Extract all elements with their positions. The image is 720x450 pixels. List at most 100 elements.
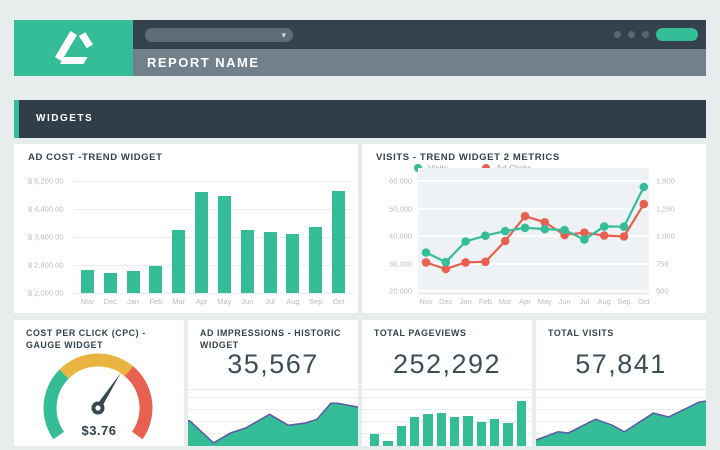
pageviews-bar[interactable] xyxy=(490,419,499,446)
pageviews-bar[interactable] xyxy=(383,441,392,446)
widget-title: TOTAL VISITS xyxy=(548,328,696,340)
visits-line-svg xyxy=(362,144,706,313)
total-pageviews-value: 252,292 xyxy=(362,349,532,380)
ad-clicks-point[interactable] xyxy=(620,232,629,241)
pageviews-bar[interactable] xyxy=(450,417,459,446)
report-titlebar: REPORT NAME xyxy=(133,49,706,76)
ad-cost-y-axis: $ 5,200.00$ 4,400.00$ 3,600.00$ 2,800.00… xyxy=(28,181,72,293)
divider xyxy=(362,389,532,390)
bar-column: Apr xyxy=(190,181,213,293)
ad-clicks-point[interactable] xyxy=(501,237,510,246)
gauge-segment-mid xyxy=(64,360,129,374)
bar-column: Feb xyxy=(144,181,167,293)
pageviews-bar[interactable] xyxy=(477,422,486,446)
widget-card-ad-cost[interactable]: AD COST -TREND WIDGET $ 5,200.00 $ 4,400.… xyxy=(14,144,358,313)
pageviews-bar[interactable] xyxy=(503,423,512,446)
pageviews-bar[interactable] xyxy=(437,413,446,446)
cpc-value: $3.76 xyxy=(14,423,184,438)
topbar-controls xyxy=(614,20,698,49)
bar-column: Jan xyxy=(122,181,145,293)
widget-card-ad-impressions[interactable]: AD IMPRESSIONS - HISTORIC WIDGET 35,567 xyxy=(188,320,358,446)
visits-point[interactable] xyxy=(640,183,649,192)
menu-dot-icon[interactable] xyxy=(628,31,635,38)
ad-cost-bar[interactable] xyxy=(264,232,277,293)
bar-column: Nov xyxy=(76,181,99,293)
visits-point[interactable] xyxy=(620,222,629,231)
bar-column: Aug xyxy=(281,181,304,293)
visits-point[interactable] xyxy=(521,224,530,233)
browser-topbar: ▾ xyxy=(133,20,706,49)
widget-card-total-pageviews[interactable]: TOTAL PAGEVIEWS 252,292 xyxy=(362,320,532,446)
visits-point[interactable] xyxy=(422,248,431,257)
bar-column: Jul xyxy=(259,181,282,293)
drive-triangle-icon xyxy=(54,31,94,65)
ad-cost-bar[interactable] xyxy=(332,191,345,293)
pageviews-bar[interactable] xyxy=(463,416,472,446)
report-title: REPORT NAME xyxy=(133,49,706,76)
visits-point[interactable] xyxy=(580,235,589,244)
visits-point[interactable] xyxy=(560,226,569,235)
visits-point[interactable] xyxy=(461,237,470,246)
ad-cost-plot: NovDecJanFebMarAprMayJunJulAugSepOct xyxy=(74,181,352,293)
impressions-area-chart xyxy=(188,392,358,446)
total-visits-value: 57,841 xyxy=(536,349,706,380)
widgets-section-header: WIDGETS xyxy=(14,100,706,138)
bar-column: Jun xyxy=(236,181,259,293)
ad-cost-bar[interactable] xyxy=(172,230,185,293)
ad-clicks-line xyxy=(426,204,644,269)
visits-point[interactable] xyxy=(442,258,451,267)
bar-column: May xyxy=(213,181,236,293)
pageviews-bar[interactable] xyxy=(397,426,406,446)
ad-clicks-point[interactable] xyxy=(600,231,609,240)
ad-clicks-point[interactable] xyxy=(640,200,649,209)
y-axis-label: $ 2,000.00 xyxy=(28,289,63,298)
chevron-down-icon[interactable]: ▾ xyxy=(281,28,286,42)
bar-column: Dec xyxy=(99,181,122,293)
ad-cost-bar[interactable] xyxy=(127,271,140,293)
widget-card-visits-trend[interactable]: VISITS - TREND WIDGET 2 METRICS VisitsAd… xyxy=(362,144,706,313)
widget-title: TOTAL PAGEVIEWS xyxy=(374,328,522,340)
widget-title: AD COST -TREND WIDGET xyxy=(28,152,348,165)
app-logo[interactable] xyxy=(14,20,133,76)
menu-dot-icon[interactable] xyxy=(642,31,649,38)
ad-clicks-point[interactable] xyxy=(422,258,431,267)
visits-point[interactable] xyxy=(501,227,510,236)
ad-cost-bar[interactable] xyxy=(241,230,254,293)
ad-cost-bar[interactable] xyxy=(149,266,162,293)
visits-line xyxy=(426,187,644,262)
visits-point[interactable] xyxy=(541,225,550,234)
widget-card-cpc-gauge[interactable]: COST PER CLICK (CPC) - GAUGE WIDGET $3.7… xyxy=(14,320,184,446)
ad-cost-bar[interactable] xyxy=(309,227,322,293)
y-axis-label: $ 2,800.00 xyxy=(28,261,63,270)
menu-dot-icon[interactable] xyxy=(614,31,621,38)
ad-clicks-point[interactable] xyxy=(461,258,470,267)
pageviews-bar[interactable] xyxy=(370,434,379,446)
y-axis-label: $ 5,200.00 xyxy=(28,177,63,186)
gridline xyxy=(74,293,352,294)
area-fill xyxy=(188,403,358,446)
search-input[interactable]: ▾ xyxy=(145,28,293,42)
ad-cost-bar[interactable] xyxy=(81,270,94,293)
gauge-hub-center xyxy=(95,405,100,410)
y-axis-label: $ 3,600.00 xyxy=(28,233,63,242)
ad-clicks-point[interactable] xyxy=(481,258,490,267)
visits-point[interactable] xyxy=(481,231,490,240)
visits-point[interactable] xyxy=(600,222,609,231)
y-axis-label: $ 4,400.00 xyxy=(28,205,63,214)
ad-cost-bar[interactable] xyxy=(286,234,299,294)
widget-card-total-visits[interactable]: TOTAL VISITS 57,841 xyxy=(536,320,706,446)
action-pill-button[interactable] xyxy=(656,28,698,41)
dashboard-page: ▾ REPORT NAME WIDGETS AD COST -TREND WID… xyxy=(0,0,720,450)
ad-cost-bar[interactable] xyxy=(218,196,231,293)
bar-column: Sep xyxy=(304,181,327,293)
bar-column: Mar xyxy=(167,181,190,293)
pageviews-bar[interactable] xyxy=(517,401,526,446)
pageviews-bars xyxy=(370,394,526,446)
ad-cost-bar[interactable] xyxy=(104,273,117,293)
pageviews-bar[interactable] xyxy=(410,417,419,446)
ad-clicks-point[interactable] xyxy=(521,212,530,221)
ad-cost-bar[interactable] xyxy=(195,192,208,293)
x-axis-label: Oct xyxy=(323,297,354,306)
pageviews-bar[interactable] xyxy=(423,414,432,446)
divider xyxy=(188,389,358,390)
